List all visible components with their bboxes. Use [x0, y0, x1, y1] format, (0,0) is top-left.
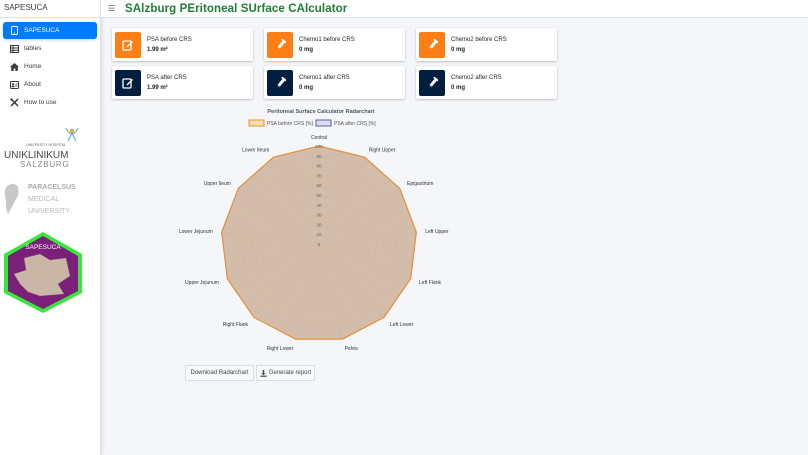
- sidebar-item-label: Home: [24, 63, 42, 70]
- sidebar-item-label: How to use: [24, 99, 57, 106]
- category-label: Upper Ileum: [204, 181, 231, 187]
- legend-swatch-after[interactable]: [315, 119, 332, 127]
- radial-tick-label: 50: [316, 193, 322, 198]
- radar-chart: Peritoneal Surface Calculator Radarchart…: [179, 109, 449, 352]
- legend-label-after[interactable]: PSA after CRS [%]: [334, 121, 376, 127]
- brand-title[interactable]: SAPESUCA: [0, 0, 100, 18]
- infobox-psa-after: PSA after CRS 1.99 m²: [112, 66, 253, 99]
- category-label: Right Upper: [369, 147, 396, 153]
- pmu-logo: PARACELSUS MEDICAL UNIVERSITY: [4, 183, 76, 215]
- sidebar-item-sapesuca[interactable]: SAPESUCA: [3, 22, 97, 39]
- infobox-chemo2-before: Chemo2 before CRS 0 mg: [416, 28, 557, 61]
- sidebar-nav: SAPESUCA tables Home About How to use: [0, 18, 100, 111]
- infobox-label: Chemo2 after CRS: [451, 74, 502, 81]
- radial-tick-label: 80: [316, 164, 322, 169]
- category-label: Pelvis: [345, 346, 359, 352]
- sidebar: SAPESUCA SAPESUCA tables Home About How …: [0, 0, 101, 455]
- category-label: Right Lower: [267, 346, 294, 352]
- svg-text:SALZBURG: SALZBURG: [20, 160, 70, 169]
- chart-legend: PSA before CRS [%] PSA after CRS [%]: [248, 119, 376, 127]
- svg-text:SAPESUCA: SAPESUCA: [25, 244, 61, 251]
- download-radarchart-label: Download Radarchart: [190, 370, 249, 376]
- chart-title: Peritoneal Surface Calculator Radarchart: [267, 109, 374, 115]
- download-radarchart-button[interactable]: Download Radarchart: [185, 365, 254, 381]
- sidebar-item-home[interactable]: Home: [3, 58, 97, 75]
- uniklinikum-logo: UNIVERSITY HOSPITAL UNIKLINIKUM SALZBURG: [4, 127, 79, 169]
- syringe-vial-icon: [419, 31, 445, 58]
- tools-icon: [10, 98, 19, 107]
- syringe-vial-icon: [267, 69, 293, 96]
- radial-tick-label: 60: [316, 183, 322, 188]
- sidebar-item-label: SAPESUCA: [24, 27, 60, 34]
- sidebar-item-tables[interactable]: tables: [3, 40, 97, 57]
- category-label: Right Flank: [223, 322, 249, 328]
- infobox-label: Chemo2 before CRS: [451, 36, 507, 43]
- institution-logos: UNIVERSITY HOSPITAL UNIKLINIKUM SALZBURG…: [4, 127, 82, 313]
- sapesuca-badge: SAPESUCA: [4, 232, 82, 313]
- address-card-icon: [10, 80, 19, 89]
- infobox-value: 0 mg: [451, 46, 466, 53]
- top-navbar: ☰ SAlzburg PEritoneal SUrface CAlculator: [101, 0, 808, 18]
- infobox-label: PSA after CRS: [147, 74, 187, 81]
- edit-icon: [115, 69, 141, 96]
- infobox-chemo1-after: Chemo1 after CRS 0 mg: [264, 66, 405, 99]
- table-icon: [10, 44, 19, 53]
- page-title: SAlzburg PEritoneal SUrface CAlculator: [125, 2, 348, 15]
- home-icon: [10, 62, 19, 71]
- svg-text:UNIVERSITY: UNIVERSITY: [28, 208, 70, 215]
- infobox-psa-before: PSA before CRS 1.99 m²: [112, 28, 253, 61]
- infobox-chemo1-before: Chemo1 before CRS 0 mg: [264, 28, 405, 61]
- category-label: Upper Jejunum: [185, 280, 219, 286]
- generate-report-button[interactable]: Generate report: [256, 365, 315, 381]
- svg-text:MEDICAL: MEDICAL: [28, 196, 59, 203]
- sidebar-item-label: About: [24, 81, 41, 88]
- sidebar-item-about[interactable]: About: [3, 76, 97, 93]
- category-label: Left Flank: [419, 280, 441, 286]
- radial-tick-label: 20: [316, 222, 322, 227]
- radial-tick-label: 40: [316, 203, 322, 208]
- svg-text:PARACELSUS: PARACELSUS: [28, 184, 76, 191]
- radial-tick-label: 30: [316, 213, 322, 218]
- category-label: Lower Jejunum: [179, 229, 213, 235]
- legend-label-before[interactable]: PSA before CRS [%]: [267, 121, 313, 127]
- category-label: Left Upper: [425, 229, 449, 235]
- logos: UNIVERSITY HOSPITAL UNIKLINIKUM SALZBURG…: [0, 124, 100, 319]
- sidebar-item-how-to-use[interactable]: How to use: [3, 94, 97, 111]
- hamburger-menu-icon[interactable]: ☰: [108, 4, 120, 13]
- download-icon: [260, 369, 267, 377]
- syringe-vial-icon: [419, 69, 445, 96]
- infobox-value: 1.99 m²: [147, 46, 168, 53]
- generate-report-label: Generate report: [268, 370, 312, 376]
- radial-tick-label: 100: [315, 144, 323, 149]
- radial-tick-label: 70: [316, 173, 322, 178]
- category-label: Lower Ileum: [242, 147, 269, 153]
- infobox-label: Chemo1 before CRS: [299, 36, 355, 43]
- infobox-chemo2-after: Chemo2 after CRS 0 mg: [416, 66, 557, 99]
- infobox-label: Chemo1 after CRS: [299, 74, 350, 81]
- category-label: Central: [311, 135, 327, 141]
- infobox-value: 0 mg: [299, 46, 314, 53]
- legend-swatch-before[interactable]: [248, 119, 265, 127]
- infobox-label: PSA before CRS: [147, 36, 192, 43]
- category-label: Left Lower: [390, 322, 414, 328]
- sidebar-item-label: tables: [24, 45, 42, 52]
- syringe-vial-icon: [267, 31, 293, 58]
- radial-tick-label: 10: [316, 232, 322, 237]
- infobox-value: 0 mg: [451, 84, 466, 91]
- category-label: Epigastrium: [407, 181, 433, 187]
- svg-text:UNIVERSITY HOSPITAL: UNIVERSITY HOSPITAL: [26, 143, 66, 147]
- tablet-icon: [10, 26, 19, 35]
- edit-icon: [115, 31, 141, 58]
- radial-tick-label: 90: [316, 154, 322, 159]
- infobox-value: 0 mg: [299, 84, 314, 91]
- infobox-value: 1.99 m²: [147, 84, 168, 91]
